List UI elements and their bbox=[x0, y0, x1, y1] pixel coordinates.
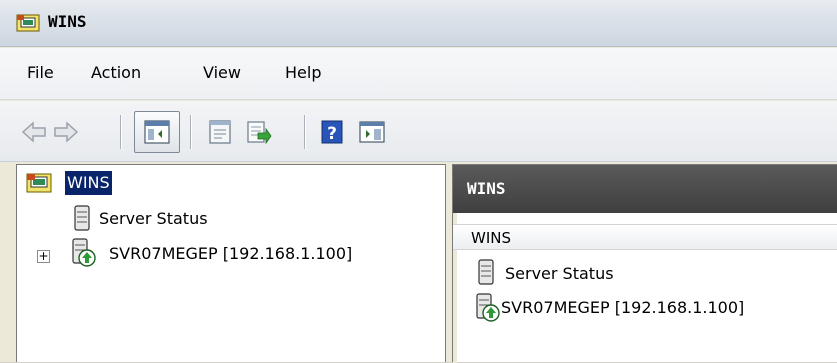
show-hide-console-tree-icon bbox=[144, 120, 170, 144]
wins-server-icon bbox=[476, 293, 500, 322]
wins-console-icon bbox=[26, 173, 52, 193]
list-item-label: Server Status bbox=[505, 264, 614, 283]
window-title: WINS bbox=[48, 12, 87, 31]
menu-help[interactable]: Help bbox=[283, 63, 323, 82]
expand-toggle[interactable]: + bbox=[37, 250, 50, 263]
server-status-icon bbox=[478, 259, 494, 285]
toolbar-separator bbox=[190, 115, 192, 149]
help-icon[interactable]: ? bbox=[318, 118, 346, 146]
details-pane: WINS WINS Server Status SVR07MEGEP [192.… bbox=[452, 164, 837, 363]
toolbar-separator bbox=[304, 115, 306, 149]
menu-file[interactable]: File bbox=[25, 63, 56, 82]
server-status-icon bbox=[74, 205, 90, 231]
tree-item-label: Server Status bbox=[99, 209, 208, 228]
menu-view[interactable]: View bbox=[201, 63, 243, 82]
export-list-icon[interactable] bbox=[244, 118, 272, 146]
column-header[interactable]: WINS bbox=[453, 224, 837, 250]
forward-arrow-icon[interactable] bbox=[52, 118, 80, 146]
menu-action[interactable]: Action bbox=[89, 63, 143, 82]
list-item-label: SVR07MEGEP [192.168.1.100] bbox=[501, 298, 745, 317]
show-hide-action-pane-icon[interactable] bbox=[358, 118, 386, 146]
toolbar-separator bbox=[120, 115, 122, 149]
details-header-title: WINS bbox=[467, 179, 506, 198]
svg-text:?: ? bbox=[327, 124, 337, 144]
tree-item-label: SVR07MEGEP [192.168.1.100] bbox=[109, 244, 353, 263]
back-arrow-icon[interactable] bbox=[20, 118, 48, 146]
show-hide-console-tree-button[interactable] bbox=[134, 111, 180, 153]
title-bar[interactable]: WINS bbox=[0, 0, 837, 47]
mmc-window: WINS File Action View Help ? WINS Server… bbox=[0, 0, 837, 363]
toolbar: ? bbox=[0, 101, 837, 162]
tree-item-label: WINS bbox=[65, 171, 112, 195]
properties-icon[interactable] bbox=[206, 118, 234, 146]
wins-app-icon bbox=[16, 14, 40, 32]
column-header-label: WINS bbox=[471, 229, 511, 247]
menu-bar: File Action View Help bbox=[0, 48, 837, 100]
wins-server-icon bbox=[72, 238, 96, 267]
console-tree-pane: WINS Server Status + SVR07MEGEP [192.168… bbox=[16, 164, 446, 362]
details-header: WINS bbox=[453, 165, 837, 213]
